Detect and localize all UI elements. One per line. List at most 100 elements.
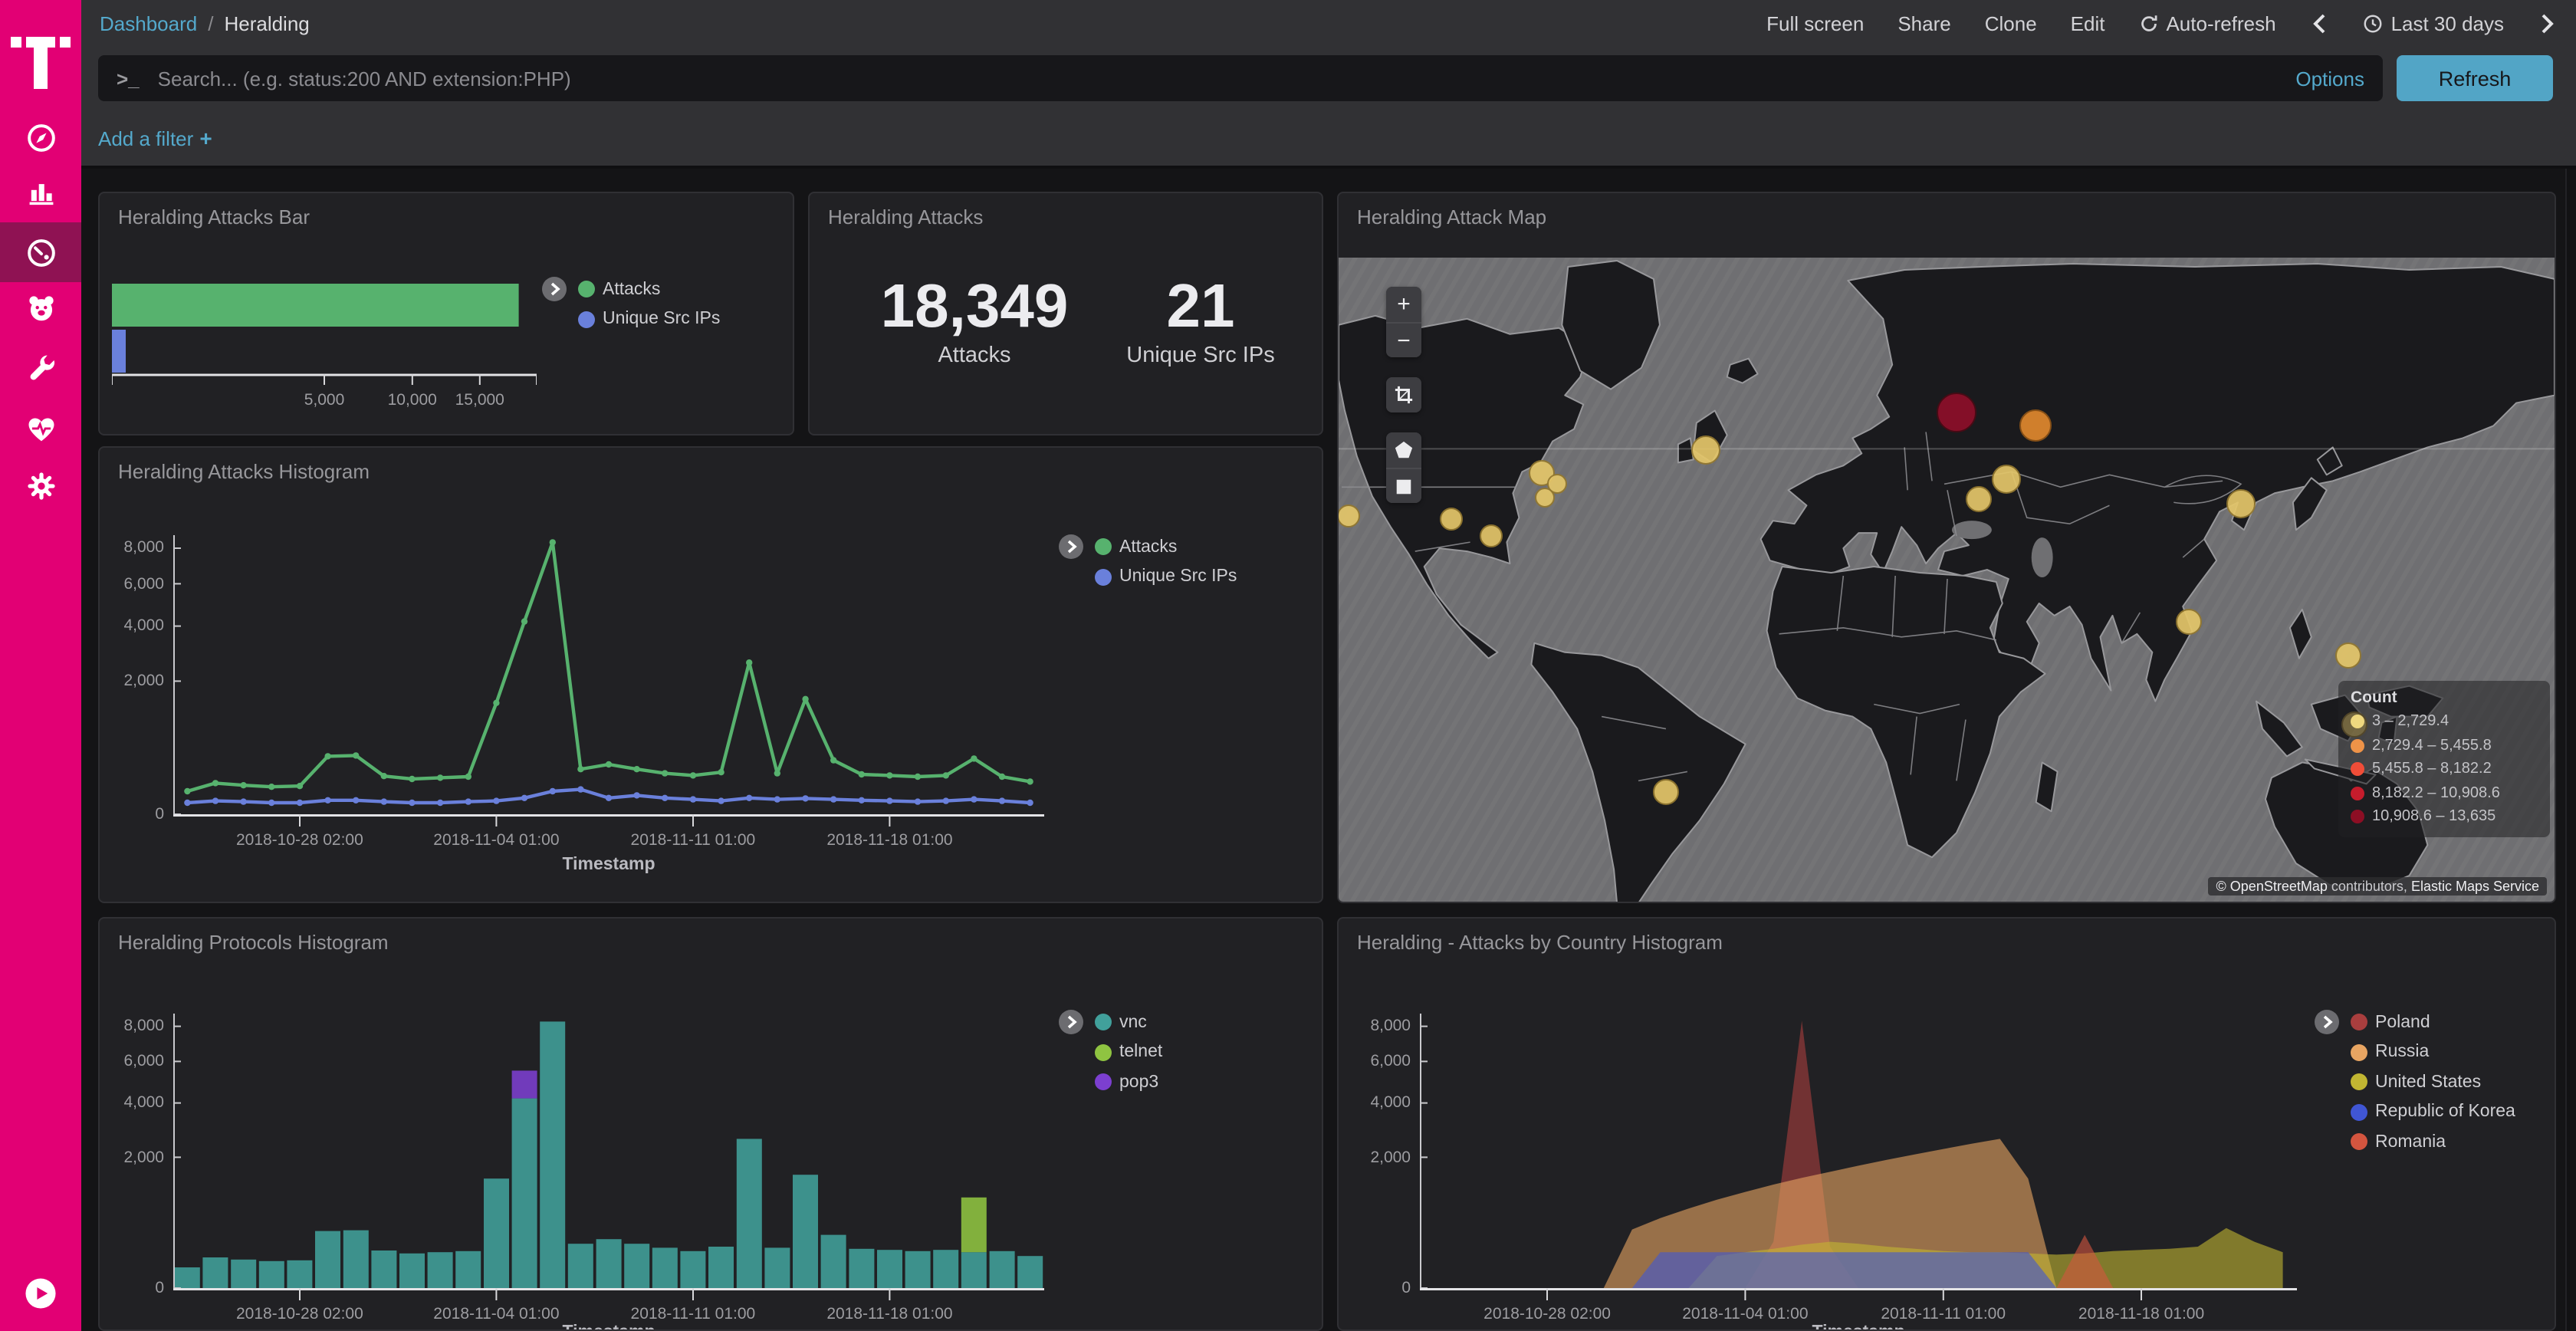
panel-title: Heralding - Attacks by Country Histogram bbox=[1357, 931, 1723, 954]
compass-icon bbox=[24, 120, 58, 154]
x-tick-label: 2018-11-04 01:00 bbox=[433, 831, 559, 850]
search-row: >_ Options Refresh bbox=[81, 46, 2576, 110]
sidebar-item-visualize[interactable] bbox=[0, 163, 81, 219]
legend-item-russia[interactable]: Russia bbox=[2351, 1037, 2515, 1067]
map-marker bbox=[1691, 435, 1720, 464]
sidebar-item-discover[interactable] bbox=[0, 109, 81, 166]
sidebar-item-dev-tools[interactable] bbox=[0, 339, 81, 396]
legend-label: Unique Src IPs bbox=[603, 311, 720, 329]
bar-chart-plot[interactable] bbox=[173, 1014, 1044, 1302]
line-chart-plot[interactable] bbox=[173, 535, 1044, 828]
legend-color-dot bbox=[578, 281, 595, 298]
panel-attacks-bar: Heralding Attacks Bar 5,00010,00015,000 … bbox=[98, 192, 794, 435]
legend-item-republic-of-korea[interactable]: Republic of Korea bbox=[2351, 1097, 2515, 1127]
full-screen-button[interactable]: Full screen bbox=[1766, 12, 1864, 35]
legend-color-dot bbox=[2351, 739, 2364, 753]
map-marker bbox=[1965, 485, 1991, 511]
x-tick-label: 2018-10-28 02:00 bbox=[1484, 1305, 1611, 1323]
t-mobile-logo-icon[interactable] bbox=[0, 15, 81, 89]
legend-item-unique-src-ips[interactable]: Unique Src IPs bbox=[1095, 562, 1237, 592]
sidebar-item-monitoring[interactable] bbox=[0, 400, 81, 457]
legend-item-pop3[interactable]: pop3 bbox=[1095, 1067, 1162, 1097]
legend-label: vnc bbox=[1119, 1014, 1147, 1032]
map-zoom-out-button[interactable]: − bbox=[1386, 322, 1421, 357]
legend-color-dot bbox=[578, 311, 595, 328]
time-back-button[interactable] bbox=[2310, 13, 2330, 33]
map-fit-bounds-button[interactable] bbox=[1386, 377, 1421, 412]
rectangle-icon bbox=[1394, 476, 1414, 496]
legend-color-dot bbox=[1095, 1074, 1112, 1091]
legend-toggle-icon[interactable] bbox=[1058, 534, 1084, 560]
map-marker bbox=[1439, 507, 1462, 530]
legend-item-unique-src-ips[interactable]: Unique Src IPs bbox=[578, 304, 720, 334]
clone-button[interactable]: Clone bbox=[1985, 12, 2037, 35]
legend-label: pop3 bbox=[1119, 1073, 1158, 1092]
breadcrumb-dashboard[interactable]: Dashboard bbox=[100, 12, 197, 35]
x-tick-label: 2018-11-18 01:00 bbox=[2078, 1305, 2204, 1323]
sidebar-item-honeypot[interactable] bbox=[0, 279, 81, 336]
map-marker bbox=[1534, 487, 1554, 507]
crop-icon bbox=[1394, 385, 1414, 405]
map-marker bbox=[1652, 778, 1678, 804]
legend-label: Unique Src IPs bbox=[1119, 568, 1237, 587]
bar-chart-plot[interactable]: 5,00010,00015,000 bbox=[112, 281, 537, 426]
y-tick-label: 0 bbox=[98, 1279, 164, 1297]
sidebar-item-dashboard[interactable] bbox=[0, 222, 81, 282]
time-forward-button[interactable] bbox=[2538, 13, 2558, 33]
map-zoom-in-button[interactable]: + bbox=[1386, 287, 1421, 322]
area-chart-plot[interactable] bbox=[1420, 1014, 2297, 1302]
metric-label: Attacks bbox=[840, 343, 1109, 368]
map-legend-item: 2,729.4 – 5,455.8 bbox=[2351, 734, 2538, 758]
refresh-button[interactable]: Refresh bbox=[2397, 55, 2553, 101]
legend-label: 5,455.8 – 8,182.2 bbox=[2372, 761, 2492, 778]
time-range-picker[interactable]: Last 30 days bbox=[2364, 12, 2504, 35]
x-tick-label: 2018-11-11 01:00 bbox=[1881, 1305, 2006, 1323]
search-input[interactable] bbox=[155, 65, 2278, 91]
y-tick-label: 6,000 bbox=[98, 574, 164, 593]
map-draw-rectangle-button[interactable] bbox=[1386, 468, 1421, 503]
legend-label: 8,182.2 – 10,908.6 bbox=[2372, 785, 2500, 802]
map-marker bbox=[2175, 608, 2201, 634]
y-tick-label: 0 bbox=[98, 805, 164, 823]
panel-attacks-metric: Heralding Attacks 18,349 Attacks 21 Uniq… bbox=[808, 192, 1323, 435]
legend-label: Romania bbox=[2375, 1133, 2446, 1152]
legend-toggle-icon[interactable] bbox=[541, 276, 567, 302]
legend-toggle-icon[interactable] bbox=[2314, 1009, 2340, 1035]
legend-item-attacks[interactable]: Attacks bbox=[1095, 532, 1237, 562]
panel-title: Heralding Attack Map bbox=[1357, 205, 1546, 228]
chart-legend: Attacks Unique Src IPs bbox=[1058, 532, 1237, 592]
map-marker bbox=[1479, 524, 1502, 547]
map-draw-polygon-button[interactable] bbox=[1386, 432, 1421, 468]
map-legend-title: Count bbox=[2351, 689, 2538, 707]
legend-item-vnc[interactable]: vnc bbox=[1095, 1007, 1162, 1037]
world-map[interactable]: + − Count bbox=[1339, 258, 2555, 903]
edit-button[interactable]: Edit bbox=[2071, 12, 2105, 35]
sidebar-collapse-toggle[interactable] bbox=[0, 1265, 81, 1322]
legend-item-romania[interactable]: Romania bbox=[2351, 1127, 2515, 1157]
legend-label: United States bbox=[2375, 1073, 2481, 1092]
bar-canvas bbox=[112, 281, 537, 388]
kibana-dashboard-app: Dashboard / Heralding Full screen Share … bbox=[0, 0, 2576, 1331]
play-circle-icon bbox=[23, 1276, 58, 1311]
share-button[interactable]: Share bbox=[1898, 12, 1950, 35]
legend-toggle-icon[interactable] bbox=[1058, 1009, 1084, 1035]
legend-label: 2,729.4 – 5,455.8 bbox=[2372, 738, 2492, 754]
options-link[interactable]: Options bbox=[2295, 67, 2364, 90]
gauge-icon bbox=[24, 235, 58, 269]
legend-item-telnet[interactable]: telnet bbox=[1095, 1037, 1162, 1067]
legend-color-dot bbox=[2351, 1014, 2367, 1031]
legend-item-united-states[interactable]: United States bbox=[2351, 1067, 2515, 1097]
legend-item-poland[interactable]: Poland bbox=[2351, 1007, 2515, 1037]
legend-item-attacks[interactable]: Attacks bbox=[578, 274, 720, 304]
breadcrumb-current: Heralding bbox=[224, 12, 309, 35]
auto-refresh-button[interactable]: Auto-refresh bbox=[2138, 12, 2275, 35]
add-filter-button[interactable]: Add a filter+ bbox=[98, 126, 212, 150]
plus-icon: + bbox=[199, 126, 212, 150]
map-marker bbox=[2019, 409, 2051, 441]
x-axis-title: Timestamp bbox=[562, 1323, 655, 1331]
query-prompt-icon: >_ bbox=[117, 67, 140, 90]
legend-label: Attacks bbox=[603, 281, 660, 299]
scrollbar-track[interactable] bbox=[2565, 169, 2576, 1331]
sidebar-item-management[interactable] bbox=[0, 457, 81, 514]
metric-label: Unique Src IPs bbox=[1109, 343, 1293, 368]
